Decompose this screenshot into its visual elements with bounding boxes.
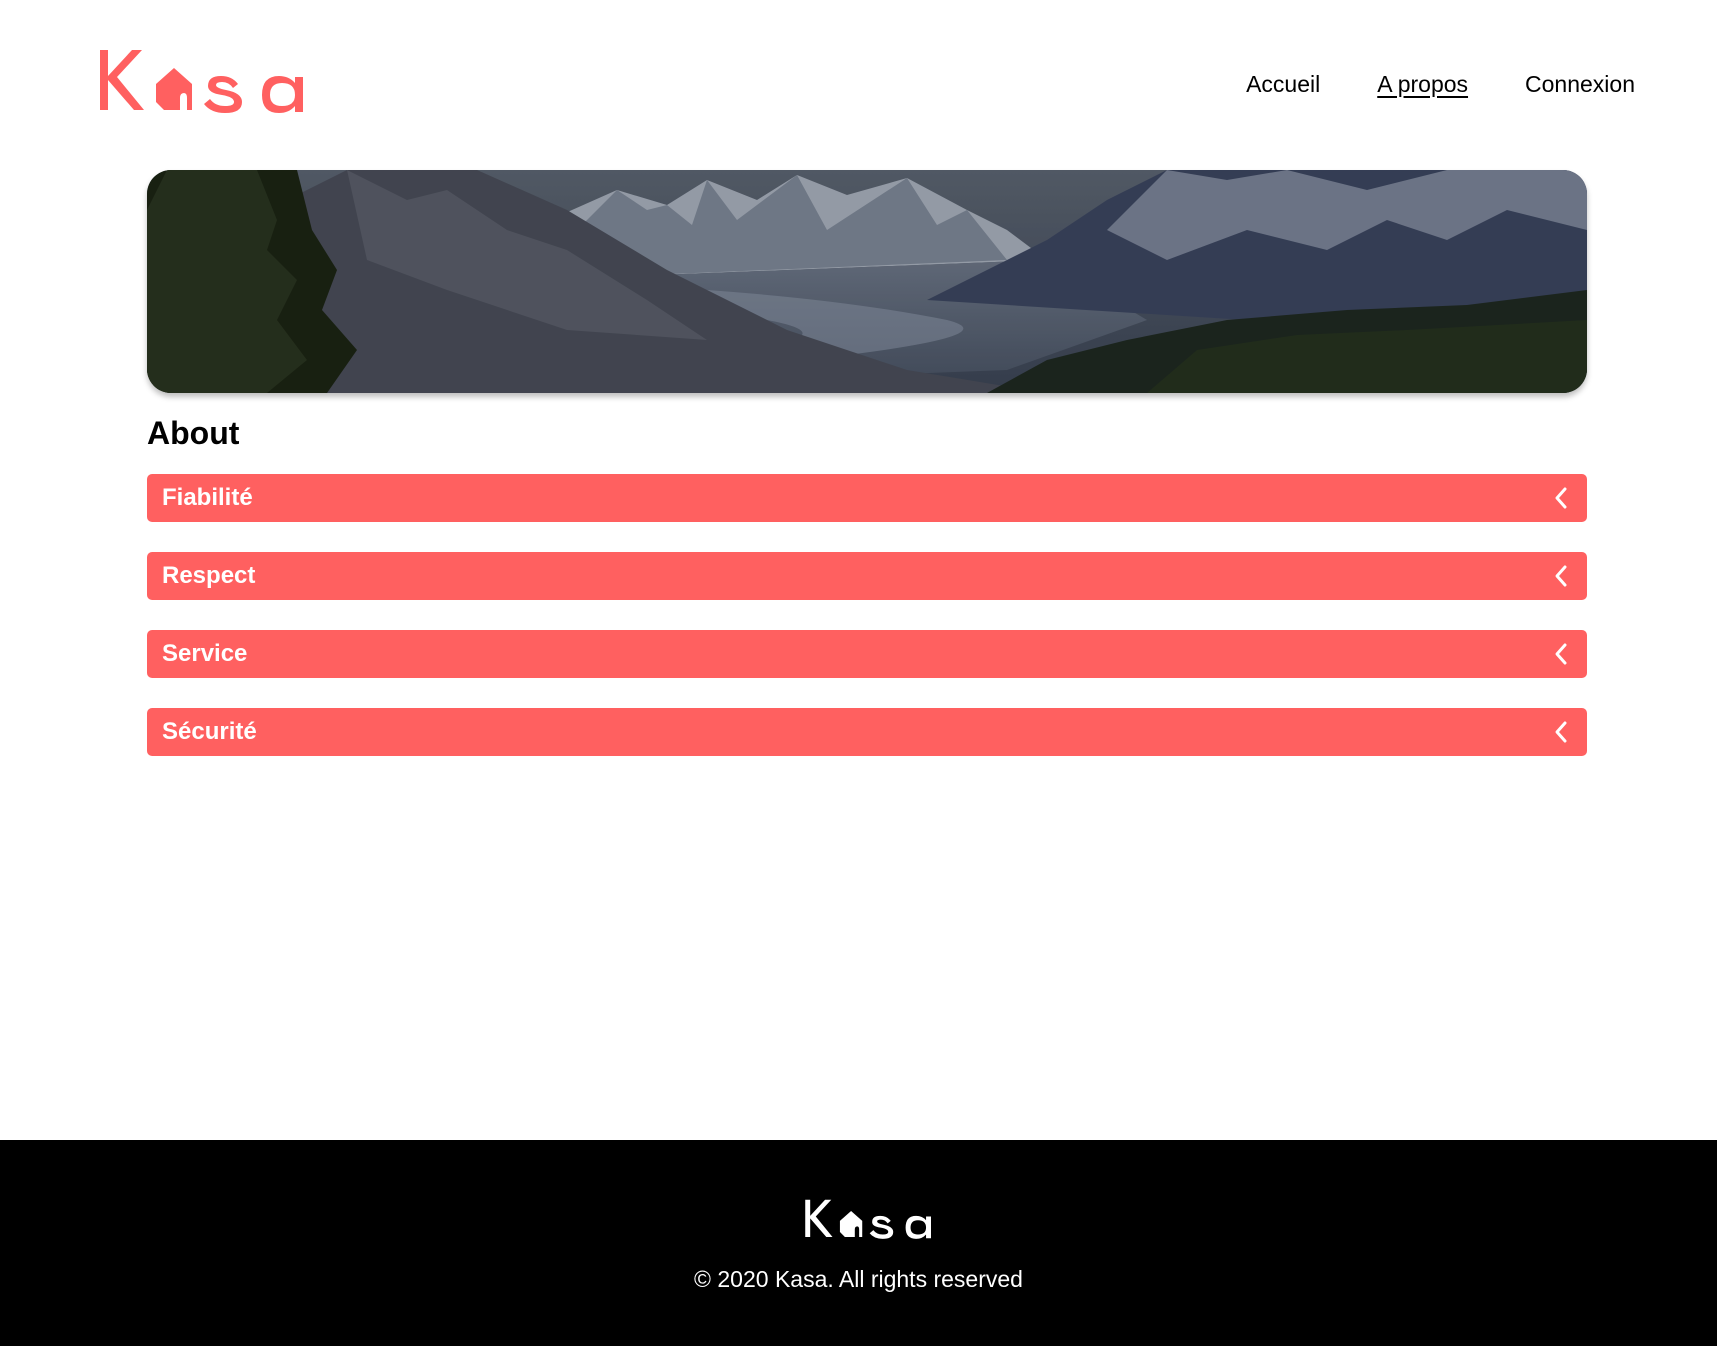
about-page: Accueil A propos Connexion About Fiabili… — [0, 0, 1717, 1346]
page-title: About — [147, 415, 240, 451]
kasa-logo-footer — [804, 1197, 931, 1241]
accordion-item-fiabilite[interactable]: Fiabilité — [147, 474, 1587, 522]
accordion-item-securite[interactable]: Sécurité — [147, 708, 1587, 756]
nav-link-a-propos[interactable]: A propos — [1377, 68, 1468, 100]
site-footer: © 2020 Kasa. All rights reserved — [0, 1140, 1717, 1346]
about-accordion: Fiabilité Respect Service Sécurité — [147, 474, 1587, 786]
accordion-label: Respect — [162, 562, 256, 589]
nav-link-accueil[interactable]: Accueil — [1246, 68, 1320, 100]
accordion-label: Fiabilité — [162, 484, 253, 511]
accordion-item-respect[interactable]: Respect — [147, 552, 1587, 600]
nav-link-connexion[interactable]: Connexion — [1525, 68, 1635, 100]
chevron-left-icon — [1552, 486, 1570, 510]
mountain-banner-image — [147, 170, 1587, 393]
kasa-logo[interactable] — [98, 46, 303, 116]
main-nav: Accueil A propos Connexion — [1246, 68, 1635, 100]
accordion-label: Sécurité — [162, 718, 257, 745]
site-header: Accueil A propos Connexion — [0, 0, 1717, 170]
accordion-item-service[interactable]: Service — [147, 630, 1587, 678]
chevron-left-icon — [1552, 720, 1570, 744]
copyright-text: © 2020 Kasa. All rights reserved — [694, 1266, 1023, 1292]
chevron-left-icon — [1552, 642, 1570, 666]
accordion-label: Service — [162, 640, 248, 667]
chevron-left-icon — [1552, 564, 1570, 588]
